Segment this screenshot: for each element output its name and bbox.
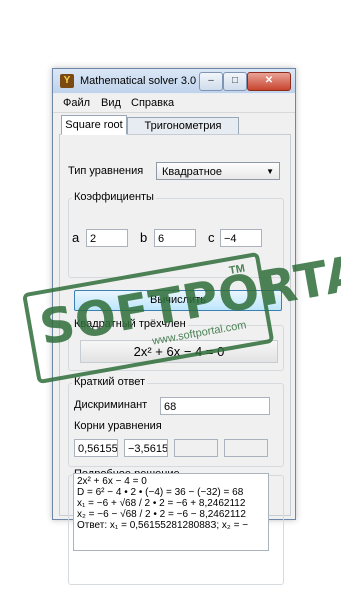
solution-line: D = 6² − 4 • 2 • (−4) = 36 − (−32) = 68	[77, 487, 244, 498]
detailed-solution-text[interactable]: 2x² + 6x − 4 = 0 D = 6² − 4 • 2 • (−4) =…	[73, 473, 269, 551]
maximize-button[interactable]: □	[223, 72, 247, 91]
coef-b-input[interactable]: 6	[154, 229, 196, 247]
app-window: Y Mathematical solver 3.0 – □ ✕ Файл Вид…	[52, 68, 296, 585]
equation-type-value: Квадратное	[162, 166, 223, 178]
coef-b-label: b	[140, 230, 148, 245]
solution-line: x₁ = −6 + √68 / 2 • 2 = −6 + 8,2462112	[77, 498, 246, 509]
equation-type-label: Тип уравнения	[68, 165, 144, 177]
coefficients-title: Коэффициенты	[72, 191, 156, 203]
short-answer-title: Краткий ответ	[72, 376, 148, 388]
title-bar[interactable]: Y Mathematical solver 3.0 – □ ✕	[53, 69, 295, 93]
menu-file[interactable]: Файл	[63, 97, 90, 109]
root3-field	[174, 439, 218, 457]
root2-field[interactable]: −3,5615528	[124, 439, 168, 457]
coef-a-label: a	[72, 230, 80, 245]
app-icon: Y	[60, 74, 74, 88]
root1-field[interactable]: 0,5615528	[74, 439, 118, 457]
menu-bar: Файл Вид Справка	[53, 94, 295, 113]
coef-c-input[interactable]: −4	[220, 229, 262, 247]
calculate-button[interactable]: Вычислить	[74, 290, 282, 311]
solution-line: x₂ = −6 − √68 / 2 • 2 = −6 − 8,2462112	[77, 509, 246, 520]
trinomial-expression: 2x² + 6x − 4 = 0	[80, 340, 278, 363]
discriminant-field[interactable]: 68	[160, 397, 270, 415]
tab-trigonometry[interactable]: Тригонометрия	[127, 117, 239, 135]
tab-square-root[interactable]: Square root	[61, 115, 127, 135]
roots-label: Корни уравнения	[74, 420, 162, 432]
equation-type-select[interactable]: Квадратное ▼	[156, 162, 280, 180]
coef-a-input[interactable]: 2	[86, 229, 128, 247]
menu-view[interactable]: Вид	[101, 97, 121, 109]
minimize-button[interactable]: –	[199, 72, 223, 91]
trinomial-title: Квадратный трёхчлен	[72, 318, 188, 330]
solution-line: Ответ: x₁ = 0,5615528128088З; x₂ = −	[77, 520, 249, 531]
root4-field	[224, 439, 268, 457]
menu-help[interactable]: Справка	[131, 97, 174, 109]
coef-c-label: c	[208, 230, 215, 245]
tab-panel: Тип уравнения Квадратное ▼ Коэффициенты …	[59, 134, 291, 585]
discriminant-label: Дискриминант	[74, 399, 148, 411]
window-title: Mathematical solver 3.0	[80, 75, 197, 87]
solution-line: 2x² + 6x − 4 = 0	[77, 476, 147, 487]
chevron-down-icon: ▼	[266, 167, 274, 176]
client-area: Square root Тригонометрия Тип уравнения …	[53, 113, 295, 585]
close-button[interactable]: ✕	[247, 72, 291, 91]
